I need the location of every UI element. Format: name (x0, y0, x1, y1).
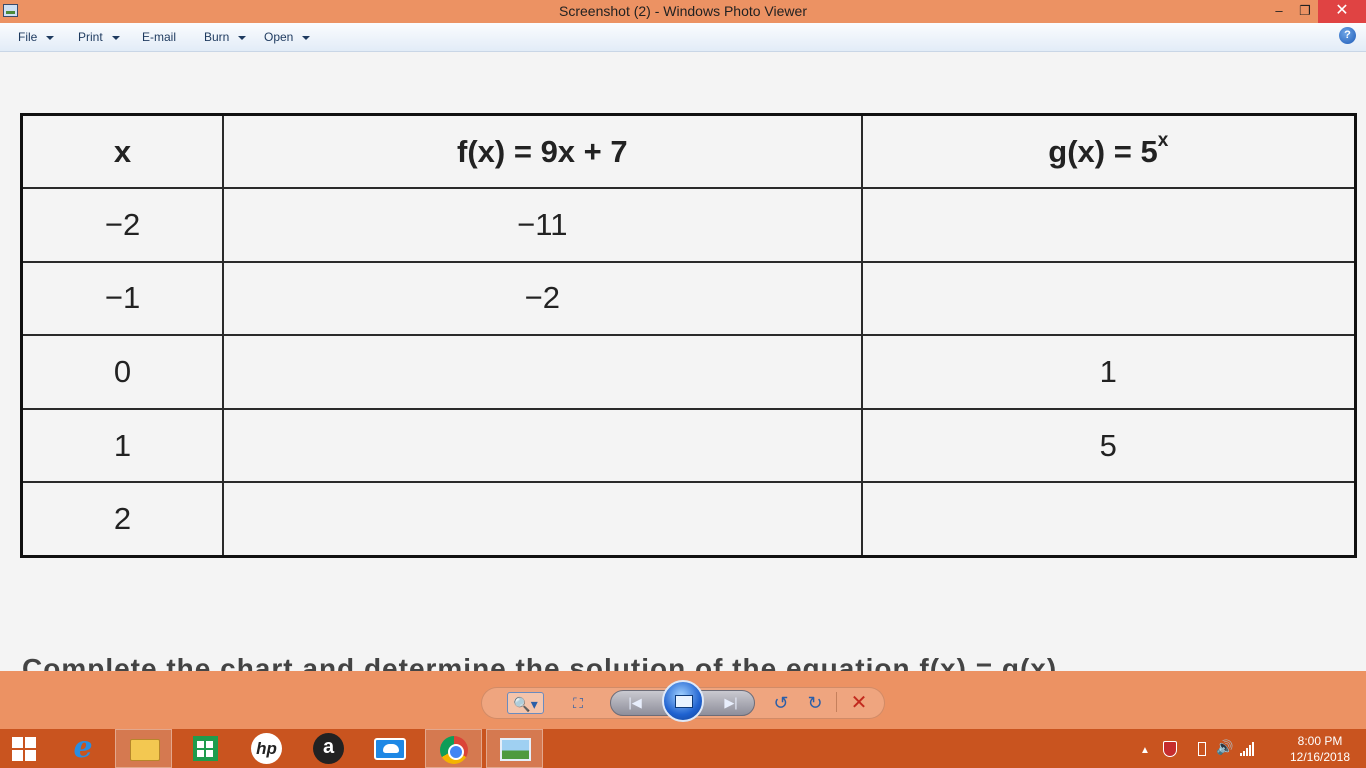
ie-logo: e (73, 730, 93, 765)
cell-g (860, 187, 1357, 263)
menu-email[interactable]: E-mail (142, 30, 176, 44)
store-bag-icon (193, 736, 218, 761)
delete-button[interactable]: ✕ (847, 692, 871, 714)
chevron-down-icon (238, 35, 247, 40)
windows-logo-icon (12, 737, 36, 761)
cell-x: −2 (20, 187, 225, 263)
cell-f (222, 334, 863, 410)
next-button[interactable]: ▶| (716, 692, 746, 714)
cell-x: 0 (20, 334, 225, 410)
battery-icon[interactable] (1198, 742, 1206, 756)
cell-g: 1 (860, 334, 1357, 410)
cell-f: −2 (222, 260, 863, 337)
zoom-button[interactable]: 🔍▾ (507, 692, 544, 714)
header-g-base: g(x) = 5 (1048, 133, 1158, 169)
cell-x: −1 (20, 260, 225, 337)
window-title: Screenshot (2) - Windows Photo Viewer (559, 3, 807, 19)
header-x: x (20, 113, 225, 190)
cell-x: 1 (20, 407, 225, 484)
menu-email-label: E-mail (142, 30, 177, 44)
previous-button[interactable]: |◀ (620, 692, 650, 714)
header-f: f(x) = 9x + 7 (222, 113, 863, 190)
start-button[interactable] (0, 729, 48, 768)
cloud-icon (374, 738, 406, 760)
table-row: 1 5 (20, 407, 1357, 484)
help-icon[interactable]: ? (1339, 27, 1356, 44)
rotate-left-button[interactable]: ↺ (770, 692, 792, 714)
table-row: −1 −2 (20, 260, 1357, 337)
chevron-down-icon (302, 35, 311, 40)
cell-f: −11 (222, 187, 863, 263)
cell-f (222, 407, 863, 484)
onedrive-icon[interactable] (362, 729, 420, 768)
menu-print-label: Print (78, 30, 103, 44)
volume-icon[interactable]: 🔊 (1216, 739, 1233, 756)
rotate-right-button[interactable]: ↻ (804, 692, 826, 714)
hp-icon[interactable]: hp (238, 729, 296, 768)
actual-size-button[interactable]: ⛶ (566, 692, 590, 714)
show-hidden-icons-chevron-icon[interactable]: ▲ (1140, 745, 1150, 756)
title-bar: Screenshot (2) - Windows Photo Viewer ‒ … (0, 0, 1366, 23)
table-row: −2 −11 (20, 187, 1357, 263)
menu-file-label: File (18, 30, 38, 44)
hp-logo: hp (251, 733, 282, 764)
chevron-down-icon (111, 35, 120, 40)
photo-viewer-taskbar-icon[interactable] (486, 729, 543, 768)
close-button[interactable]: ✕ (1318, 0, 1366, 23)
folder-icon (130, 739, 160, 761)
cell-g: 5 (860, 407, 1357, 484)
internet-explorer-icon[interactable]: e (54, 729, 112, 768)
chevron-down-icon (46, 35, 55, 40)
table-row: 0 1 (20, 334, 1357, 410)
slideshow-icon (675, 695, 693, 708)
menu-bar: File Print E-mail Burn Open (0, 23, 1366, 52)
cell-g (860, 260, 1357, 337)
menu-file[interactable]: File (18, 30, 55, 44)
chrome-icon[interactable] (425, 729, 482, 768)
table-row: 2 (20, 481, 1357, 558)
menu-burn-label: Burn (204, 30, 230, 44)
store-icon[interactable] (176, 729, 234, 768)
amazon-icon[interactable]: a (300, 729, 358, 768)
security-shield-icon[interactable] (1163, 741, 1177, 757)
menu-open-label: Open (264, 30, 294, 44)
cell-f (222, 481, 863, 558)
image-canvas: x f(x) = 9x + 7 g(x) = 5x −2 −11 −1 −2 0… (0, 53, 1366, 671)
system-clock[interactable]: 8:00 PM 12/16/2018 (1282, 733, 1358, 765)
control-separator (836, 692, 837, 712)
cell-x: 2 (20, 481, 225, 558)
clock-date: 12/16/2018 (1289, 750, 1351, 764)
photo-icon (500, 738, 531, 761)
chrome-logo (440, 736, 468, 764)
menu-burn[interactable]: Burn (204, 30, 247, 44)
header-g-exponent: x (1157, 130, 1169, 152)
file-explorer-icon[interactable] (115, 729, 172, 768)
table-header-row: x f(x) = 9x + 7 g(x) = 5x (20, 113, 1357, 190)
menu-open[interactable]: Open (264, 30, 311, 44)
header-g: g(x) = 5x (860, 113, 1357, 190)
amazon-logo: a (313, 733, 344, 764)
clock-time: 8:00 PM (1297, 734, 1343, 748)
menu-print[interactable]: Print (78, 30, 120, 44)
restore-button[interactable]: ❐ (1290, 0, 1320, 23)
function-table: x f(x) = 9x + 7 g(x) = 5x −2 −11 −1 −2 0… (20, 113, 1357, 558)
cut-off-instruction-text: Complete the chart and determine the sol… (22, 653, 1066, 671)
cell-g (860, 481, 1357, 558)
slideshow-button[interactable] (662, 680, 704, 722)
